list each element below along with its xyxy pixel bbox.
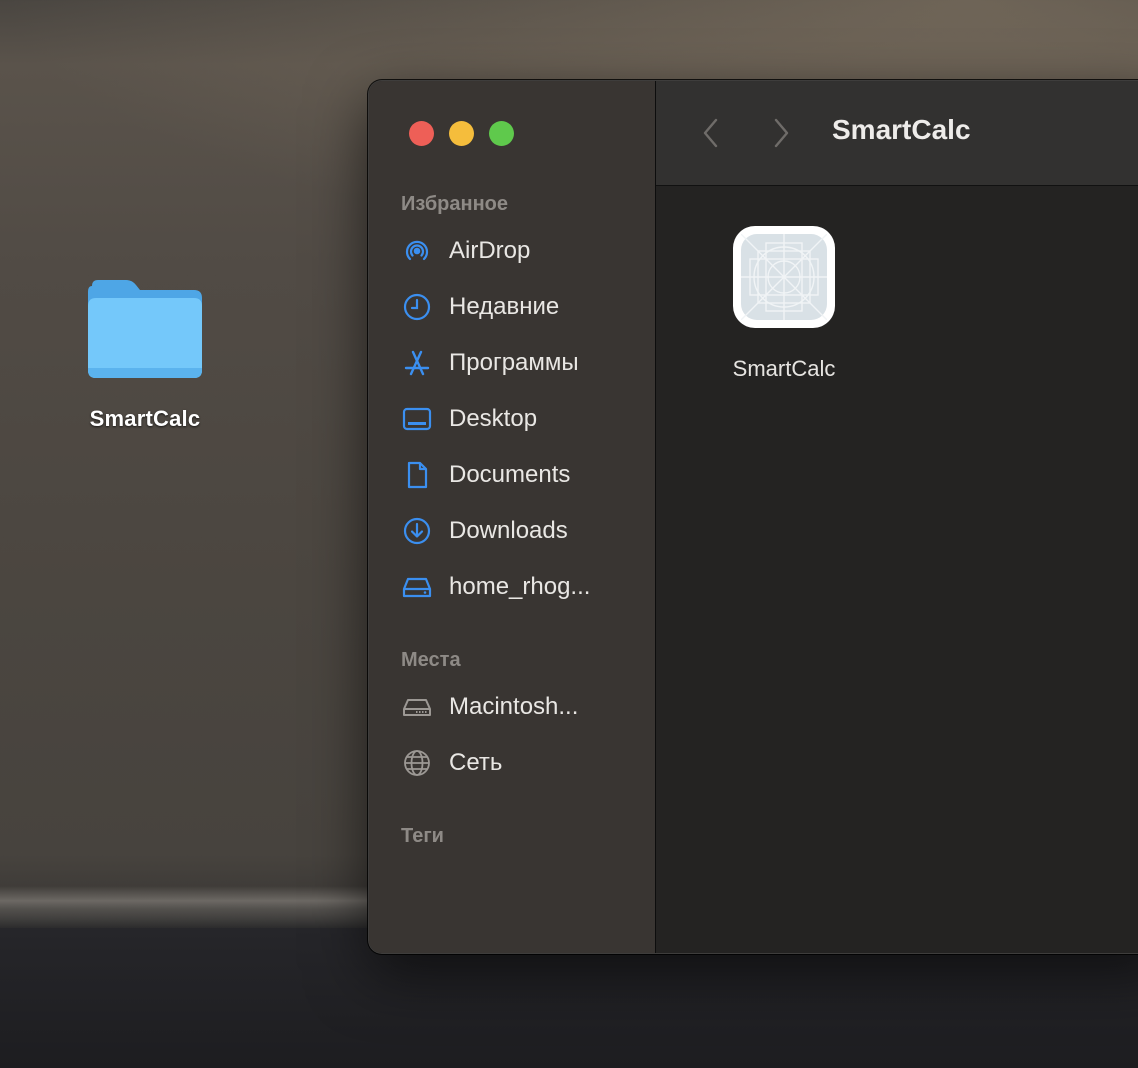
sidebar-item-documents[interactable]: Documents bbox=[401, 455, 641, 495]
sidebar-item-downloads[interactable]: Downloads bbox=[401, 511, 641, 551]
sidebar-item-network[interactable]: Сеть bbox=[401, 743, 641, 783]
minimize-button[interactable] bbox=[449, 121, 474, 146]
sidebar-item-label: Desktop bbox=[449, 405, 538, 432]
sidebar-item-label: Downloads bbox=[449, 517, 568, 544]
desktop-folder-label: SmartCalc bbox=[89, 406, 201, 431]
sidebar: Избранное AirDrop Недавние Программы Des… bbox=[369, 81, 656, 953]
sidebar-section-tags: Теги bbox=[401, 825, 444, 847]
sidebar-section-favorites: Избранное bbox=[401, 193, 509, 215]
finder-window: Избранное AirDrop Недавние Программы Des… bbox=[368, 80, 1138, 954]
sidebar-item-macintosh-hd[interactable]: Macintosh... bbox=[401, 687, 641, 727]
zoom-button[interactable] bbox=[489, 121, 514, 146]
network-globe-icon bbox=[401, 747, 439, 779]
file-item-label: SmartCalc bbox=[732, 356, 836, 381]
close-button[interactable] bbox=[409, 121, 434, 146]
file-browser-content: SmartCalc bbox=[656, 186, 1138, 953]
sidebar-item-label: home_rhog... bbox=[449, 573, 591, 600]
document-icon bbox=[401, 459, 439, 491]
window-controls bbox=[409, 121, 514, 146]
sidebar-item-applications[interactable]: Программы bbox=[401, 343, 641, 383]
hard-disk-icon bbox=[401, 691, 439, 723]
back-button[interactable] bbox=[696, 115, 726, 151]
toolbar: SmartCalc bbox=[656, 81, 1138, 186]
clock-icon bbox=[401, 291, 439, 323]
generic-app-icon bbox=[733, 226, 835, 328]
sidebar-item-label: Documents bbox=[449, 461, 571, 488]
chevron-right-icon bbox=[774, 118, 789, 148]
sidebar-section-locations: Места bbox=[401, 649, 461, 671]
sidebar-item-label: Программы bbox=[449, 349, 579, 376]
desktop-icon bbox=[401, 403, 439, 435]
file-item-smartcalc[interactable]: SmartCalc bbox=[714, 226, 854, 382]
sidebar-item-label: Недавние bbox=[449, 293, 560, 320]
forward-button[interactable] bbox=[766, 115, 796, 151]
sidebar-item-label: Сеть bbox=[449, 749, 503, 776]
folder-icon bbox=[88, 280, 202, 378]
chevron-left-icon bbox=[703, 118, 718, 148]
applications-icon bbox=[401, 347, 439, 379]
sidebar-item-airdrop[interactable]: AirDrop bbox=[401, 231, 641, 271]
download-icon bbox=[401, 515, 439, 547]
sidebar-item-home-drive[interactable]: home_rhog... bbox=[401, 567, 641, 607]
sidebar-item-recents[interactable]: Недавние bbox=[401, 287, 641, 327]
desktop-folder[interactable]: SmartCalc bbox=[70, 276, 220, 432]
sidebar-item-label: AirDrop bbox=[449, 237, 531, 264]
sidebar-item-label: Macintosh... bbox=[449, 693, 579, 720]
window-title: SmartCalc bbox=[832, 114, 971, 145]
drive-icon bbox=[401, 571, 439, 603]
sidebar-item-desktop[interactable]: Desktop bbox=[401, 399, 641, 439]
airdrop-icon bbox=[401, 235, 439, 267]
